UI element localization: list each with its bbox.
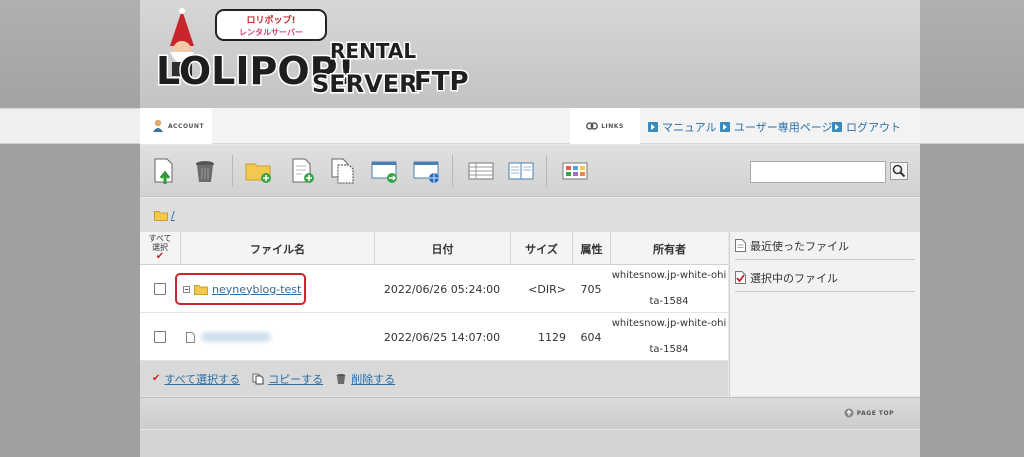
file-date: 2022/06/25 14:07:00 [383,330,501,344]
row-checkbox[interactable] [154,331,166,343]
user-page-link[interactable]: ユーザー専用ページ [720,119,833,135]
copy-link[interactable]: コピーする [268,371,323,387]
column-header-name[interactable]: ファイル名 [180,232,374,265]
manual-link-label: マニュアル [662,121,717,134]
file-icon [186,331,195,343]
breadcrumb-root-link[interactable]: / [171,209,175,222]
copy-icon[interactable] [328,156,358,186]
selected-files-label: 選択中のファイル [750,271,838,285]
expand-icon[interactable] [183,285,190,293]
file-name-cell: neyneyblog-test [183,265,373,313]
checked-document-icon [735,271,746,284]
links-tab[interactable]: LINKS [570,108,640,144]
recent-files-label: 最近使ったファイル [750,239,849,253]
main-column: ロリポップ! レンタルサーバー LOLIPOP! RENTAL SERVER F… [140,0,920,457]
links-label: LINKS [601,122,624,130]
file-name-blurred[interactable] [201,332,271,342]
logo-badge-line1: ロリポップ! [246,14,295,26]
file-size: <DIR> [528,282,566,296]
toolbar [140,145,920,197]
toolbar-separator [232,155,233,187]
recent-files-item[interactable]: 最近使ったファイル [735,232,915,260]
page-top-label: PAGE TOP [856,409,894,417]
new-folder-icon[interactable] [244,156,274,186]
column-header-perm[interactable]: 属性 [572,232,610,265]
split-view-icon[interactable] [506,156,536,186]
checkmark-icon: ✔ [152,373,161,384]
arrow-square-icon [832,122,842,132]
trash-icon [336,373,346,384]
table-row[interactable]: neyneyblog-test 2022/06/26 05:24:00 <DIR… [140,265,728,313]
up-arrow-icon [844,408,854,418]
bulk-actions: ✔ すべて選択する コピーする 削除する [140,361,728,396]
logout-link-label: ログアウト [846,121,901,134]
page-top-link[interactable]: PAGE TOP [844,408,894,418]
logo-line2b: SERVER [312,70,418,98]
file-date: 2022/06/26 05:24:00 [383,282,501,296]
toolbar-separator [546,155,547,187]
file-name-cell [186,313,376,361]
user-icon [153,119,163,132]
side-panel: 最近使ったファイル 選択中のファイル [729,232,920,396]
select-all-header[interactable]: すべて 選択 ✔ [140,233,180,264]
chain-link-icon [586,122,599,130]
file-owner-line1: whitesnow.jp-white-ohi [611,270,727,281]
file-perm: 604 [580,330,602,344]
logo-badge-line2: レンタルサーバー [239,27,303,37]
logo-line3: FTP [414,67,469,97]
trash-icon[interactable] [190,156,220,186]
column-header-owner[interactable]: 所有者 [610,232,728,265]
column-header-size[interactable]: サイズ [510,232,572,265]
row-checkbox[interactable] [154,283,166,295]
file-size: 1129 [538,330,566,344]
document-icon [735,239,746,252]
account-label: ACCOUNT [168,122,205,130]
arrow-square-icon [648,122,658,132]
logout-link[interactable]: ログアウト [832,119,901,135]
copy-icon [252,373,264,384]
upload-file-icon[interactable] [150,156,180,186]
folder-icon [154,210,168,221]
column-header-date[interactable]: 日付 [374,232,510,265]
header: ロリポップ! レンタルサーバー LOLIPOP! RENTAL SERVER F… [140,0,920,108]
manual-link[interactable]: マニュアル [648,119,717,135]
select-all-header-label: すべて 選択 [148,234,172,252]
thumbnail-view-icon[interactable] [560,156,590,186]
table-header: すべて 選択 ✔ ファイル名 日付 サイズ 属性 所有者 [140,232,728,265]
file-owner-line2: ta-1584 [649,344,689,355]
footer-bottom [140,430,920,457]
file-name-link[interactable]: neyneyblog-test [212,283,301,296]
file-owner: whitesnow.jp-white-ohi ta-1584 [610,313,728,361]
file-owner-line1: whitesnow.jp-white-ohi [611,318,727,329]
select-all-link[interactable]: すべて選択する [164,371,240,387]
folder-icon [194,284,208,295]
checkmark-icon: ✔ [155,251,165,262]
file-table: すべて 選択 ✔ ファイル名 日付 サイズ 属性 所有者 neyneyblog-… [140,232,728,396]
lolipop-ftp-logo: ロリポップ! レンタルサーバー LOLIPOP! RENTAL SERVER F… [155,8,470,100]
arrow-square-icon [720,122,730,132]
account-tab[interactable]: ACCOUNT [140,108,212,144]
footer: PAGE TOP [140,397,920,429]
nav-bar: ACCOUNT LINKS マニュアル ユーザー専用ページ ログアウト [140,108,920,144]
new-file-icon[interactable] [288,156,318,186]
toolbar-separator [452,155,453,187]
selected-files-item[interactable]: 選択中のファイル [735,264,915,292]
search-icon[interactable] [890,162,908,180]
file-perm: 705 [580,282,602,296]
table-row[interactable]: 2022/06/25 14:07:00 1129 604 whitesnow.j… [140,313,728,361]
file-owner: whitesnow.jp-white-ohi ta-1584 [610,265,728,313]
breadcrumb: / [140,198,920,232]
web-icon[interactable] [412,156,442,186]
logo-line2a: RENTAL [330,39,416,63]
delete-link[interactable]: 削除する [351,371,395,387]
search-input[interactable] [750,161,886,183]
user-page-link-label: ユーザー専用ページ [734,121,833,134]
move-icon[interactable] [370,156,400,186]
list-view-icon[interactable] [466,156,496,186]
